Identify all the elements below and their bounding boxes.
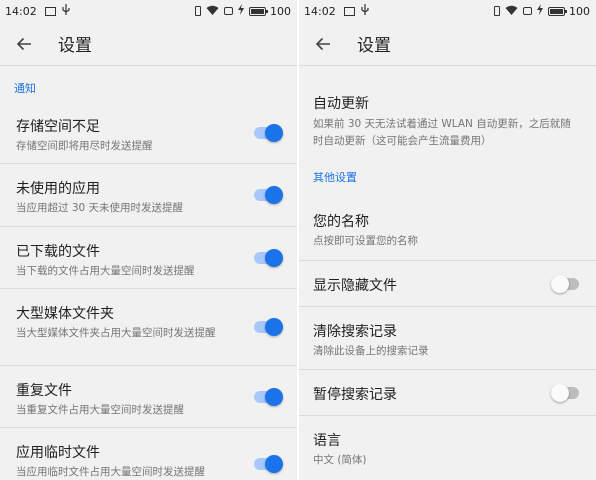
setting-title: 已下载的文件 (16, 244, 100, 260)
charging-icon (238, 4, 244, 18)
battery-icon (249, 6, 268, 16)
section-header-other-settings: 其他设置 (313, 171, 357, 184)
setting-subtitle: 如果前 30 天无法试着通过 WLAN 自动更新，之后就随时自动更新（这可能会产… (313, 118, 571, 147)
setting-app-temp-files[interactable]: 应用临时文件 当应用临时文件占用大量空间时发送提醒 (0, 428, 297, 480)
switch-knob (551, 383, 569, 402)
page-title: 设置 (58, 36, 92, 56)
left-screen: 14:02 100 设置 通知 存储空间不足 存储空间即将用尽时发送提醒 未使用… (0, 0, 297, 480)
usb-icon (62, 4, 70, 18)
arrow-left-icon (16, 37, 31, 50)
unused-apps-switch[interactable] (254, 186, 283, 204)
switch-knob (265, 318, 283, 336)
square-icon (523, 7, 532, 15)
setting-title: 存储空间不足 (16, 119, 100, 135)
charging-icon (537, 4, 543, 18)
back-button[interactable] (313, 34, 333, 54)
wifi-icon (505, 5, 518, 18)
setting-clear-search-history[interactable]: 清除搜索记录 清除此设备上的搜索记录 (299, 307, 596, 370)
setting-title: 语言 (313, 433, 341, 449)
battery-icon (548, 6, 567, 16)
status-bar: 14:02 100 (0, 0, 297, 22)
app-bar: 设置 (299, 22, 596, 66)
downloaded-files-switch[interactable] (254, 248, 283, 267)
setting-unused-apps[interactable]: 未使用的应用 当应用超过 30 天未使用时发送提醒 (0, 164, 297, 227)
status-time: 14:02 (5, 4, 37, 18)
setting-title: 您的名称 (313, 214, 369, 230)
usb-icon (361, 4, 369, 18)
setting-subtitle: 点按即可设置您的名称 (313, 235, 418, 247)
setting-title: 自动更新 (313, 96, 369, 112)
setting-large-media-folder[interactable]: 大型媒体文件夹 当大型媒体文件夹占用大量空间时发送提醒 (0, 289, 297, 366)
switch-knob (265, 186, 283, 204)
vibrate-icon (195, 6, 201, 16)
back-button[interactable] (14, 34, 34, 54)
setting-subtitle: 清除此设备上的搜索记录 (313, 345, 429, 357)
setting-subtitle: 当重复文件占用大量空间时发送提醒 (16, 404, 184, 416)
setting-downloaded-files[interactable]: 已下载的文件 当下载的文件占用大量空间时发送提醒 (0, 227, 297, 289)
battery-level: 100 (270, 4, 291, 18)
large-media-folder-switch[interactable] (254, 318, 283, 336)
switch-knob (265, 387, 283, 406)
low-storage-switch[interactable] (254, 123, 283, 142)
setting-subtitle: 当应用超过 30 天未使用时发送提醒 (16, 202, 184, 214)
setting-title: 显示隐藏文件 (313, 278, 397, 294)
setting-pause-search-history[interactable]: 暂停搜索记录 (299, 370, 596, 416)
setting-subtitle: 存储空间即将用尽时发送提醒 (16, 140, 153, 152)
setting-subtitle: 当大型媒体文件夹占用大量空间时发送提醒 (16, 327, 216, 339)
switch-knob (265, 123, 283, 142)
setting-auto-update[interactable]: 自动更新 如果前 30 天无法试着通过 WLAN 自动更新，之后就随时自动更新（… (299, 66, 596, 161)
right-screen: 14:02 100 设置 自动更新 如果前 30 天无法试着通过 WLAN 自动… (299, 0, 596, 480)
app-bar: 设置 (0, 22, 297, 66)
image-icon (343, 6, 355, 16)
setting-title: 大型媒体文件夹 (16, 306, 114, 322)
status-time: 14:02 (304, 4, 336, 18)
status-bar: 14:02 100 (299, 0, 596, 22)
square-icon (224, 7, 233, 15)
vibrate-icon (494, 6, 500, 16)
setting-subtitle: 当下载的文件占用大量空间时发送提醒 (16, 265, 195, 277)
section-header-notifications: 通知 (14, 82, 36, 95)
setting-title: 清除搜索记录 (313, 324, 397, 340)
battery-level: 100 (569, 4, 590, 18)
setting-title: 未使用的应用 (16, 181, 100, 197)
page-title: 设置 (357, 36, 391, 56)
image-icon (44, 6, 56, 16)
duplicate-files-switch[interactable] (254, 387, 283, 406)
setting-show-hidden-files[interactable]: 显示隐藏文件 (299, 261, 596, 307)
app-temp-files-switch[interactable] (254, 455, 283, 473)
setting-title: 应用临时文件 (16, 445, 100, 461)
wifi-icon (206, 5, 219, 18)
switch-knob (551, 274, 569, 293)
setting-language[interactable]: 语言 中文 (简体) (299, 416, 596, 478)
setting-low-storage[interactable]: 存储空间不足 存储空间即将用尽时发送提醒 (0, 102, 297, 164)
setting-duplicate-files[interactable]: 重复文件 当重复文件占用大量空间时发送提醒 (0, 366, 297, 428)
setting-title: 重复文件 (16, 383, 72, 399)
setting-title: 暂停搜索记录 (313, 387, 397, 403)
setting-subtitle: 当应用临时文件占用大量空间时发送提醒 (16, 466, 205, 478)
setting-subtitle: 中文 (简体) (313, 454, 367, 466)
arrow-left-icon (315, 37, 330, 50)
show-hidden-files-switch[interactable] (551, 274, 579, 293)
setting-your-name[interactable]: 您的名称 点按即可设置您的名称 (299, 199, 596, 261)
switch-knob (265, 455, 283, 473)
switch-knob (265, 248, 283, 267)
pause-search-history-switch[interactable] (551, 383, 579, 402)
